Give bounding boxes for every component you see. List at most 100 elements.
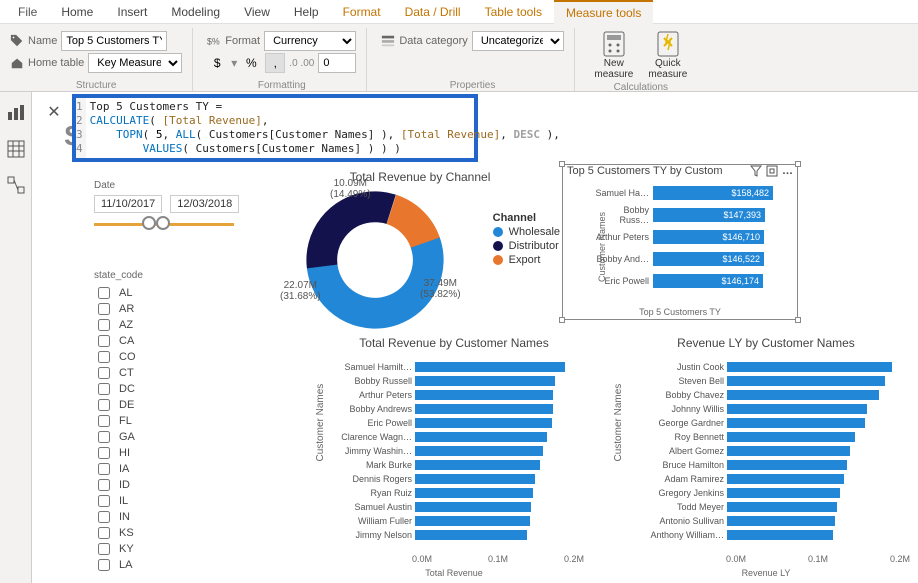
- state-checkbox[interactable]: [98, 527, 110, 539]
- date-slicer[interactable]: Date 11/10/2017 12/03/2018: [94, 180, 234, 226]
- bar-label: Bobby Andrews: [336, 404, 412, 414]
- bar-row: Justin Cook: [634, 360, 910, 374]
- bar-row: Todd Meyer: [634, 500, 910, 514]
- slider-handle-left[interactable]: [142, 216, 156, 230]
- pie-chart[interactable]: Total Revenue by Channel 10.09M(14.49%) …: [280, 170, 560, 340]
- date-slider[interactable]: [94, 223, 234, 226]
- tab-table-tools[interactable]: Table tools: [473, 1, 554, 23]
- state-item[interactable]: CO: [94, 349, 204, 365]
- bar1-yaxis: Customer Names: [315, 384, 326, 462]
- date-from-input[interactable]: 11/10/2017: [94, 195, 162, 213]
- revenue-ty-chart[interactable]: Total Revenue by Customer Names Customer…: [320, 336, 588, 576]
- state-label: CA: [119, 335, 134, 347]
- revenue-ly-chart[interactable]: Revenue LY by Customer Names Customer Na…: [618, 336, 914, 576]
- bar2-yaxis: Customer Names: [613, 384, 624, 462]
- state-checkbox[interactable]: [98, 543, 110, 555]
- top5-yaxis: Customer Names: [597, 212, 607, 282]
- data-category-select[interactable]: Uncategorized: [472, 31, 564, 51]
- home-icon: [10, 56, 24, 70]
- state-label: LA: [119, 559, 132, 571]
- slider-handle-right[interactable]: [156, 216, 170, 230]
- state-item[interactable]: KS: [94, 525, 204, 541]
- tab-help[interactable]: Help: [282, 1, 331, 23]
- formula-close-icon[interactable]: ✕: [44, 102, 64, 122]
- state-item[interactable]: FL: [94, 413, 204, 429]
- state-item[interactable]: AR: [94, 301, 204, 317]
- state-item[interactable]: IA: [94, 461, 204, 477]
- thousands-button[interactable]: ,: [265, 53, 285, 73]
- bar-label: Antonio Sullivan: [634, 516, 724, 526]
- bar-row: Adam Ramirez: [634, 472, 910, 486]
- measure-name-input[interactable]: [61, 31, 167, 51]
- state-item[interactable]: HI: [94, 445, 204, 461]
- quick-measure-button[interactable]: Quick measure: [643, 30, 693, 80]
- report-view-icon[interactable]: [7, 104, 25, 122]
- data-view-icon[interactable]: [7, 140, 25, 158]
- state-item[interactable]: CA: [94, 333, 204, 349]
- file-menu[interactable]: File: [6, 1, 49, 23]
- tab-view[interactable]: View: [232, 1, 282, 23]
- state-checkbox[interactable]: [98, 431, 110, 443]
- state-checkbox[interactable]: [98, 479, 110, 491]
- state-item[interactable]: KY: [94, 541, 204, 557]
- bar-label: Samuel Hamilt…: [336, 362, 412, 372]
- state-checkbox[interactable]: [98, 463, 110, 475]
- tab-insert[interactable]: Insert: [105, 1, 159, 23]
- state-checkbox[interactable]: [98, 495, 110, 507]
- state-checkbox[interactable]: [98, 319, 110, 331]
- state-checkbox[interactable]: [98, 399, 110, 411]
- state-checkbox[interactable]: [98, 303, 110, 315]
- data-category-label: Data category: [381, 34, 467, 48]
- new-measure-button[interactable]: New measure: [589, 30, 639, 80]
- date-to-input[interactable]: 12/03/2018: [170, 195, 239, 213]
- state-checkbox[interactable]: [98, 287, 110, 299]
- bar-label: Albert Gomez: [634, 446, 724, 456]
- bar-rect: [727, 530, 833, 540]
- home-table-select[interactable]: Key Measures: [88, 53, 182, 73]
- bar-rect: [727, 404, 867, 414]
- filter-icon[interactable]: [750, 165, 762, 177]
- state-item[interactable]: ID: [94, 477, 204, 493]
- state-item[interactable]: IL: [94, 493, 204, 509]
- state-item[interactable]: DE: [94, 397, 204, 413]
- state-item[interactable]: AZ: [94, 317, 204, 333]
- state-checkbox[interactable]: [98, 383, 110, 395]
- formula-code[interactable]: Top 5 Customers TY = CALCULATE( [Total R…: [86, 98, 564, 158]
- pie-label-export: 10.09M(14.49%): [330, 178, 371, 200]
- state-checkbox[interactable]: [98, 511, 110, 523]
- tab-home[interactable]: Home: [49, 1, 105, 23]
- top5-title: Top 5 Customers TY by Custom: [567, 165, 723, 177]
- state-item[interactable]: AL: [94, 285, 204, 301]
- decimals-input[interactable]: [318, 53, 356, 73]
- state-checkbox[interactable]: [98, 351, 110, 363]
- state-checkbox[interactable]: [98, 447, 110, 459]
- focus-icon[interactable]: [766, 165, 778, 177]
- tab-measure-tools[interactable]: Measure tools: [554, 0, 653, 24]
- state-item[interactable]: LA: [94, 557, 204, 573]
- tab-modeling[interactable]: Modeling: [159, 1, 232, 23]
- format-select[interactable]: Currency: [264, 31, 356, 51]
- state-item[interactable]: GA: [94, 429, 204, 445]
- currency-button[interactable]: $: [207, 53, 227, 73]
- state-slicer[interactable]: state_code ALARAZCACOCTDCDEFLGAHIIAIDILI…: [94, 270, 204, 573]
- state-checkbox[interactable]: [98, 415, 110, 427]
- state-checkbox[interactable]: [98, 335, 110, 347]
- formula-bar[interactable]: 1234 Top 5 Customers TY = CALCULATE( [To…: [72, 94, 478, 162]
- more-icon[interactable]: …: [782, 165, 793, 177]
- percent-button[interactable]: %: [241, 53, 261, 73]
- bar-row: Bobby Andrews: [336, 402, 584, 416]
- home-table-label: Home table: [10, 56, 84, 70]
- tab-format[interactable]: Format: [331, 1, 393, 23]
- tab-data-drill[interactable]: Data / Drill: [393, 1, 473, 23]
- bar-label: Ryan Ruiz: [336, 488, 412, 498]
- model-view-icon[interactable]: [7, 176, 25, 194]
- bar-label: Dennis Rogers: [336, 474, 412, 484]
- top5-visual[interactable]: Top 5 Customers TY by Custom … Customer …: [562, 164, 798, 320]
- state-item[interactable]: CT: [94, 365, 204, 381]
- bar-rect: [727, 362, 892, 372]
- state-checkbox[interactable]: [98, 559, 110, 571]
- state-checkbox[interactable]: [98, 367, 110, 379]
- state-item[interactable]: IN: [94, 509, 204, 525]
- state-item[interactable]: DC: [94, 381, 204, 397]
- state-label: GA: [119, 431, 135, 443]
